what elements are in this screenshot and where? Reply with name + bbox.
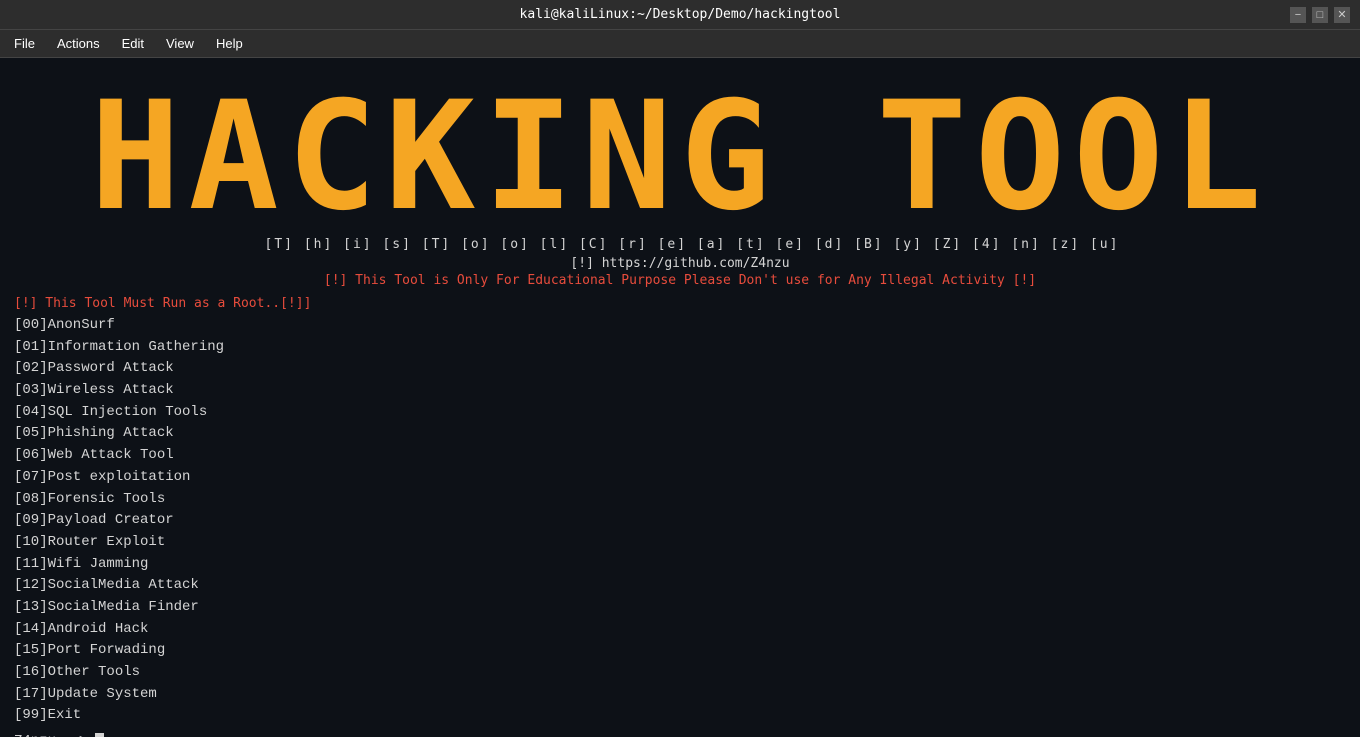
menu-item-05: [05]Phishing Attack <box>14 423 1346 445</box>
menu-actions[interactable]: Actions <box>47 32 110 55</box>
menu-item-13: [13]SocialMedia Finder <box>14 597 1346 619</box>
menu-item-99: [99]Exit <box>14 705 1346 727</box>
cursor-block <box>95 733 104 737</box>
close-button[interactable]: ✕ <box>1334 7 1350 23</box>
menu-item-07: [07]Post exploitation <box>14 467 1346 489</box>
menu-bar: File Actions Edit View Help <box>0 30 1360 58</box>
menu-item-02: [02]Password Attack <box>14 358 1346 380</box>
github-link: [!] https://github.com/Z4nzu <box>14 256 1346 271</box>
maximize-button[interactable]: □ <box>1312 7 1328 23</box>
warning-text: [!] This Tool is Only For Educational Pu… <box>14 273 1346 288</box>
menu-item-06: [06]Web Attack Tool <box>14 445 1346 467</box>
subtitle-chars: [T] [h] [i] [s] [T] [o] [o] [l] [C] [r] … <box>26 237 1358 252</box>
root-warning: [!] This Tool Must Run as a Root..[!]] <box>14 296 1346 311</box>
menu-item-17: [17]Update System <box>14 684 1346 706</box>
menu-item-04: [04]SQL Injection Tools <box>14 402 1346 424</box>
ascii-art-title: HACKING TOOL <box>14 68 1346 233</box>
menu-view[interactable]: View <box>156 32 204 55</box>
menu-list: [00]AnonSurf [01]Information Gathering [… <box>14 315 1346 727</box>
menu-item-09: [09]Payload Creator <box>14 510 1346 532</box>
minimize-button[interactable]: − <box>1290 7 1306 23</box>
menu-item-08: [08]Forensic Tools <box>14 489 1346 511</box>
menu-item-14: [14]Android Hack <box>14 619 1346 641</box>
menu-item-12: [12]SocialMedia Attack <box>14 575 1346 597</box>
menu-item-03: [03]Wireless Attack <box>14 380 1346 402</box>
menu-item-16: [16]Other Tools <box>14 662 1346 684</box>
menu-item-01: [01]Information Gathering <box>14 337 1346 359</box>
prompt-user: Z4nzu <box>14 733 56 737</box>
window-controls: − □ ✕ <box>1290 7 1350 23</box>
svg-text:HACKING TOOL: HACKING TOOL <box>90 70 1270 228</box>
title-bar: kali@kaliLinux:~/Desktop/Demo/hackingtoo… <box>0 0 1360 30</box>
hacking-tool-svg: HACKING TOOL <box>40 68 1320 228</box>
prompt-arrow-icon: ==> <box>62 733 87 737</box>
menu-file[interactable]: File <box>4 32 45 55</box>
terminal-area[interactable]: HACKING TOOL [T] [h] [i] [s] [T] [o] [o]… <box>0 58 1360 737</box>
window-title: kali@kaliLinux:~/Desktop/Demo/hackingtoo… <box>70 7 1290 22</box>
menu-item-11: [11]Wifi Jamming <box>14 554 1346 576</box>
menu-item-00: [00]AnonSurf <box>14 315 1346 337</box>
menu-help[interactable]: Help <box>206 32 253 55</box>
prompt-line: Z4nzu ==> <box>14 733 1346 737</box>
menu-item-10: [10]Router Exploit <box>14 532 1346 554</box>
menu-edit[interactable]: Edit <box>112 32 154 55</box>
menu-item-15: [15]Port Forwading <box>14 640 1346 662</box>
